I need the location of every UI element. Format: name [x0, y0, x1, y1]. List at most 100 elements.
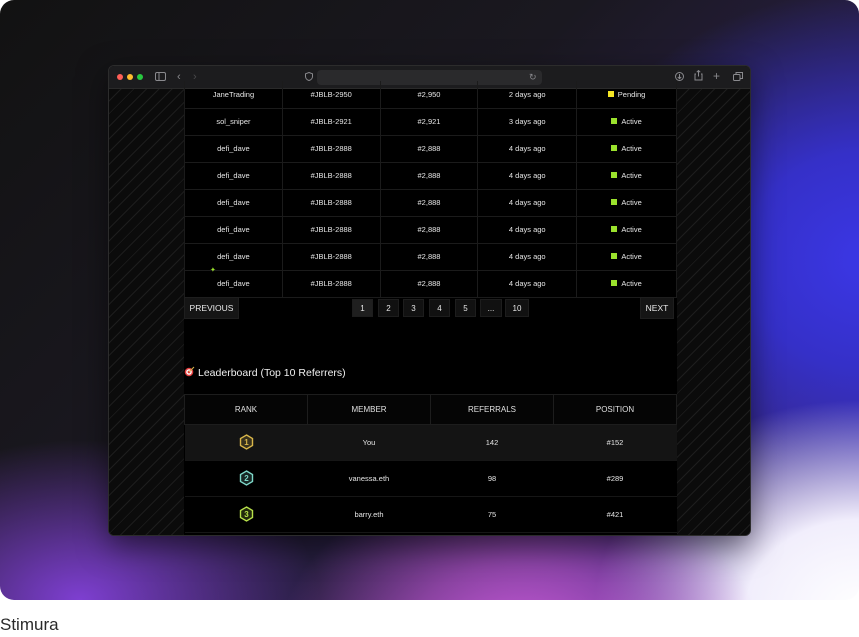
next-page-button[interactable]: NEXT	[640, 297, 674, 319]
status-label: Active	[621, 116, 642, 126]
status-indicator	[611, 199, 618, 206]
status-badge: Active	[611, 116, 642, 126]
previous-page-button[interactable]: PREVIOUS	[184, 297, 239, 319]
left-hatch-decoration	[109, 89, 184, 535]
referral-status: Active	[576, 162, 677, 190]
status-indicator	[611, 280, 618, 287]
column-header-member: MEMBER	[307, 394, 431, 425]
status-label: Pending	[617, 89, 646, 99]
status-label: Active	[621, 251, 642, 261]
rank-cell: 1	[184, 424, 308, 461]
status-badge: Active	[611, 224, 642, 234]
referral-username: defi_dave	[184, 162, 283, 190]
status-badge: Active	[611, 251, 642, 261]
page-button-4[interactable]: 4	[429, 299, 450, 317]
table-row: defi_dave #JBLB-2888 #2,888 4 days ago Activ…	[184, 189, 677, 217]
referral-code: #JBLB-2888	[281, 270, 381, 298]
right-hatch-decoration	[677, 89, 750, 535]
leaderboard-member: barry.eth	[307, 496, 431, 533]
referral-id: #2,888	[379, 135, 479, 163]
referral-id: #2,888	[379, 189, 479, 217]
referral-time: 4 days ago	[477, 135, 578, 163]
referral-code: #JBLB-2888	[281, 216, 381, 244]
close-window-button[interactable]	[117, 74, 123, 80]
rank-number: 3	[244, 510, 249, 519]
referral-time: 3 days ago	[477, 108, 578, 136]
referral-username: defi_dave	[184, 243, 283, 271]
referral-id: #2,888	[379, 216, 479, 244]
referral-username: defi_dave	[184, 135, 283, 163]
target-icon	[184, 366, 195, 380]
table-row: sol_sniper #JBLB-2921 #2,921 3 days ago Acti…	[184, 108, 677, 136]
sidebar-icon[interactable]	[155, 71, 166, 85]
referral-id: #2,950	[379, 81, 479, 109]
leaderboard-referrals: 142	[430, 424, 554, 461]
referral-status: Active	[576, 108, 677, 136]
page-button-1[interactable]: 1	[352, 299, 373, 317]
table-row: defi_dave #JBLB-2888 #2,888 4 days ago Activ…	[184, 135, 677, 163]
leaderboard-position: #152	[553, 424, 677, 461]
sparkle-icon: ✦	[210, 267, 216, 274]
referral-status: Active	[576, 243, 677, 271]
table-row: defi_dave #JBLB-2888 #2,888 4 days ago Activ…	[184, 243, 677, 271]
browser-window: ‹ › ↻ + JaneTrading #JBLB-2950 #2,950 2 day…	[108, 65, 751, 536]
referral-code: #JBLB-2888	[281, 162, 381, 190]
referral-code: #JBLB-2888	[281, 135, 381, 163]
leaderboard-title-text: Leaderboard (Top 10 Referrers)	[198, 367, 346, 379]
zoom-window-button[interactable]	[137, 74, 143, 80]
page-button-3[interactable]: 3	[403, 299, 424, 317]
rank-number: 2	[244, 474, 249, 483]
leaderboard-referrals: 75	[430, 496, 554, 533]
rank-badge-icon: 3	[239, 505, 254, 524]
column-header-referrals: REFERRALS	[430, 394, 554, 425]
status-indicator	[607, 91, 614, 97]
referral-code: #JBLB-2950	[281, 81, 381, 109]
leaderboard-row: 2 vanessa.eth 98 #289	[184, 460, 677, 497]
table-row: defi_dave #JBLB-2888 #2,888 4 days ago Activ…	[184, 270, 677, 298]
table-row: defi_dave #JBLB-2888 #2,888 4 days ago Activ…	[184, 216, 677, 244]
referral-status: Pending	[576, 81, 677, 109]
tabs-overview-icon[interactable]	[733, 71, 743, 85]
referral-code: #JBLB-2888	[281, 243, 381, 271]
referral-username: defi_dave	[184, 216, 283, 244]
status-indicator	[611, 172, 618, 179]
referral-code: #JBLB-2921	[281, 108, 381, 136]
table-row: JaneTrading #JBLB-2950 #2,950 2 days ago Pen…	[184, 81, 677, 109]
leaderboard-member: You	[307, 424, 431, 461]
brand-caption: Stimura	[0, 615, 59, 634]
page-button-10[interactable]: 10	[505, 299, 529, 317]
back-icon[interactable]: ‹	[177, 70, 181, 84]
referral-time: 2 days ago	[477, 81, 578, 109]
new-tab-icon[interactable]: +	[713, 69, 720, 83]
referral-time: 4 days ago	[477, 270, 578, 298]
referral-time: 4 days ago	[477, 162, 578, 190]
referral-status: Active	[576, 135, 677, 163]
status-badge: Active	[611, 171, 642, 180]
column-header-position: POSITION	[553, 394, 677, 425]
rank-number: 1	[244, 438, 249, 447]
referral-time: 4 days ago	[477, 216, 578, 244]
page-viewport[interactable]: JaneTrading #JBLB-2950 #2,950 2 days ago Pen…	[109, 81, 750, 535]
page-button-5[interactable]: 5	[455, 299, 476, 317]
leaderboard-table: RANK MEMBER REFERRALS POSITION 1 You 142 #152 2…	[184, 394, 677, 533]
status-indicator	[611, 145, 618, 152]
referral-id: #2,921	[379, 108, 479, 136]
referral-id: #2,888	[379, 243, 479, 271]
share-icon[interactable]	[694, 69, 703, 85]
leaderboard-member: vanessa.eth	[307, 460, 431, 497]
referral-username: defi_dave	[184, 270, 283, 298]
page-button-2[interactable]: 2	[378, 299, 399, 317]
status-badge: Active	[611, 278, 642, 288]
status-badge: Active	[611, 198, 642, 207]
referral-status: Active	[576, 216, 677, 244]
minimize-window-button[interactable]	[127, 74, 133, 80]
referral-status: Active	[576, 270, 677, 298]
page-button-ellipsis: ...	[480, 299, 502, 317]
rank-cell: 2	[184, 460, 308, 497]
status-label: Active	[621, 224, 642, 234]
leaderboard-row: 1 You 142 #152	[184, 424, 677, 461]
status-label: Active	[621, 278, 642, 288]
status-indicator	[611, 226, 618, 233]
leaderboard-position: #289	[553, 460, 677, 497]
referrals-table: JaneTrading #JBLB-2950 #2,950 2 days ago Pen…	[184, 81, 677, 298]
